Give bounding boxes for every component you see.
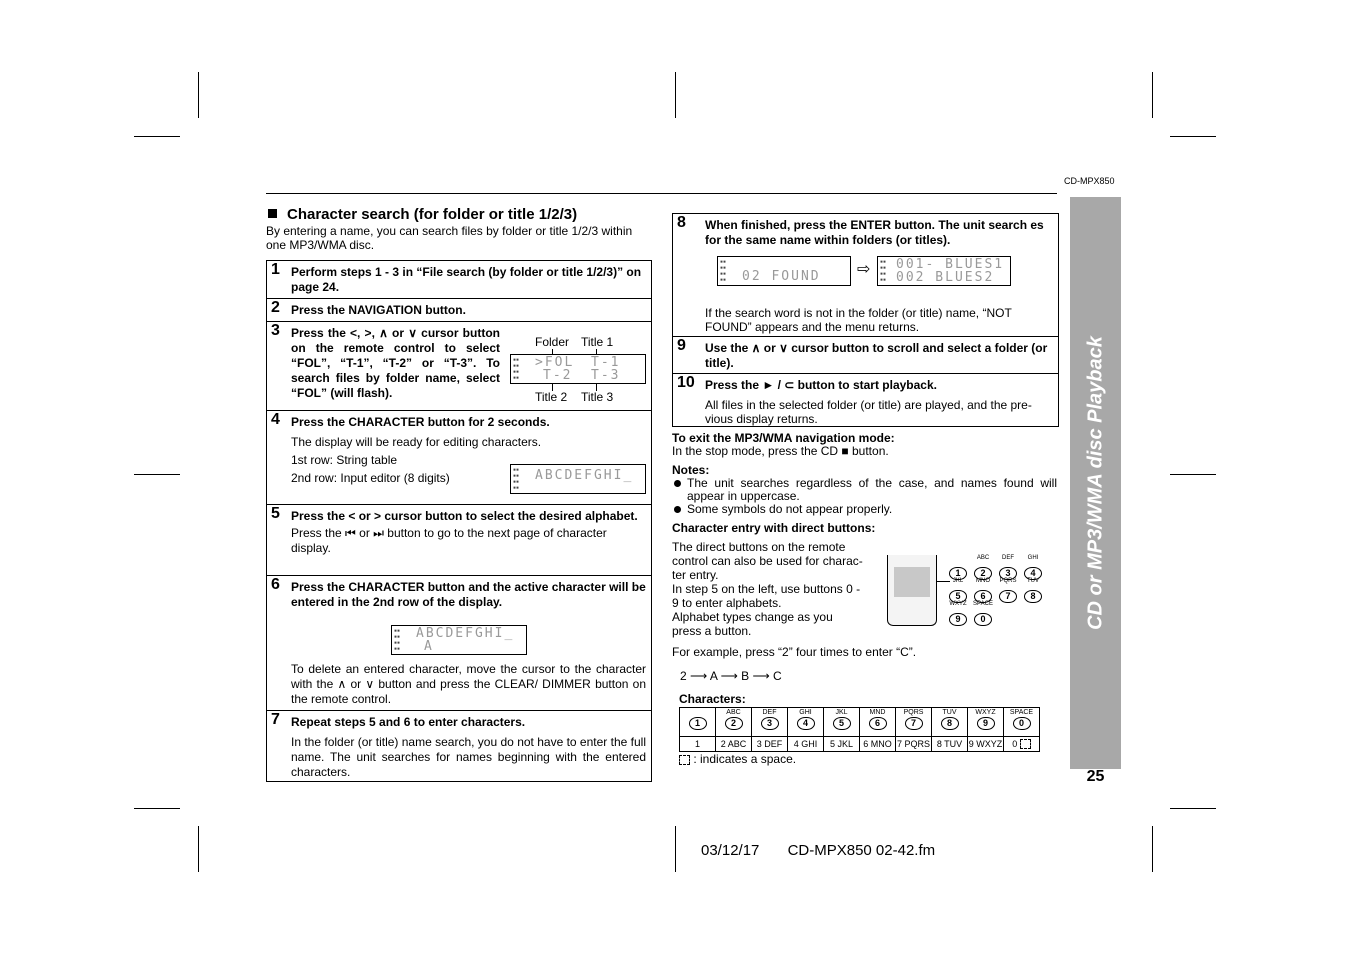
space-legend: : indicates a space. [679, 753, 796, 766]
direct-example: For example, press “2” four times to ent… [672, 645, 917, 659]
key-5-icon: 5 [832, 717, 851, 730]
key-9-icon: 9 [976, 717, 995, 730]
table-cell: MND 6 [859, 707, 896, 737]
step-5: 5 Press the < or > cursor button to sele… [267, 504, 651, 575]
table-cell: 4 GHI [787, 736, 824, 752]
key-2-icon: 2 [724, 717, 743, 730]
table-cell: 3 DEF [751, 736, 788, 752]
key-7-icon: 7 [904, 717, 923, 730]
note-item: The unit searches regardless of the case… [672, 477, 1057, 516]
bullet-icon [674, 480, 681, 487]
step-4: 4 Press the CHARACTER button for 2 secon… [267, 410, 651, 504]
key-9: 9 [949, 613, 967, 626]
key-0-icon: 0 [1012, 717, 1031, 730]
steps-right: 8 When finished, press the ENTER button.… [672, 213, 1059, 427]
remote-control-illustration [887, 555, 950, 626]
key-0: 0 [974, 613, 992, 626]
side-tab: CD or MP3/WMA disc Playback [1070, 197, 1121, 769]
lcd-display: ▪▪ ▪▪ ▪▪ ▪▪ >FOL T-1 T-2 T-3 [510, 354, 646, 384]
space-box-icon [1019, 739, 1031, 750]
label-title3: Title 3 [581, 390, 614, 404]
table-cell: ABC 2 [715, 707, 752, 737]
steps-left: 1 Perform steps 1 - 3 in “File search (b… [266, 260, 652, 782]
key-7: 7 [999, 590, 1017, 603]
key-8-icon: 8 [940, 717, 959, 730]
table-cell: 6 MNO [859, 736, 896, 752]
section-intro: By entering a name, you can search files… [266, 224, 633, 252]
table-cell: DEF 3 [751, 707, 788, 737]
table-cell: JKL 5 [823, 707, 860, 737]
section-title: Character search (for folder or title 1/… [266, 206, 577, 223]
key-1-icon: 1 [688, 717, 707, 730]
arrow-right-icon: ⟶ [752, 669, 774, 683]
side-tab-label: CD or MP3/WMA disc Playback [1084, 336, 1106, 630]
lcd-display: ▪▪ ▪▪ ▪▪ ▪▪ 02 FOUND [717, 256, 851, 286]
step-1: 1 Perform steps 1 - 3 in “File search (b… [271, 261, 642, 295]
key-6-icon: 6 [868, 717, 887, 730]
crop-mark [675, 826, 676, 872]
step-8: 8 When finished, press the ENTER button.… [677, 214, 1044, 335]
crop-mark [134, 474, 180, 475]
crop-mark [134, 808, 180, 809]
key-4-icon: 4 [796, 717, 815, 730]
lcd-display: ▪▪ ▪▪ ▪▪ ▪▪ ABCDEFGHI_ [510, 464, 646, 494]
crop-mark [198, 826, 199, 872]
press-sequence: 2 ⟶ A ⟶ B ⟶ C [680, 669, 782, 683]
exit-body: In the stop mode, press the CD ■ button. [672, 444, 889, 458]
table-cell: GHI 4 [787, 707, 824, 737]
step-7: 7 Repeat steps 5 and 6 to enter characte… [267, 710, 651, 781]
table-cell: 2 ABC [715, 736, 752, 752]
table-cell: 7 PQRS [895, 736, 932, 752]
direct-body: The direct buttons on the remote control… [672, 540, 863, 638]
page-number: 25 [1086, 768, 1105, 785]
lcd-display: ▪▪ ▪▪ ▪▪ ▪▪ 001- BLUES1 002 BLUES2 [877, 256, 1011, 286]
space-box-icon [679, 754, 690, 765]
label-folder: Folder [535, 335, 570, 349]
table-cell: SPACE 0 [1003, 707, 1040, 737]
crop-mark [1170, 808, 1216, 809]
crop-mark [1152, 72, 1153, 118]
crop-mark [1152, 826, 1153, 872]
table-cell: 9 WXYZ [967, 736, 1004, 752]
table-cell: 8 TUV [931, 736, 968, 752]
step-3: 3 Press the <, >, ∧ or ∨ cursor button o… [267, 321, 651, 410]
table-row: 12 ABC 3 DEF 4 GHI 5 JKL 6 MNO 7 PQRS 8 TUV 9 W… [679, 736, 1040, 752]
step-6: 6 Press the CHARACTER button and the act… [267, 575, 651, 710]
top-rule [266, 193, 1057, 194]
key-3-icon: 3 [760, 717, 779, 730]
table-cell: 0 [1003, 736, 1040, 752]
table-row: 1 ABC 2 DEF 3 GHI 4 JKL 5 MND 6 PQRS 7 TUV 8 WXYZ 9 SPACE… [679, 707, 1040, 737]
lcd-display: ▪▪ ▪▪ ▪▪ ▪▪ ABCDEFGHI_ A [391, 625, 527, 655]
table-cell: TUV 8 [931, 707, 968, 737]
table-cell: WXYZ 9 [967, 707, 1004, 737]
key-8: 8 [1024, 590, 1042, 603]
crop-mark [1170, 136, 1216, 137]
crop-mark [134, 136, 180, 137]
table-cell: 1 [679, 707, 716, 737]
direct-title: Character entry with direct buttons: [672, 521, 876, 535]
arrow-right-icon: ⟶ [690, 669, 710, 683]
label-title1: Title 1 [581, 335, 614, 349]
crop-mark [1170, 474, 1216, 475]
arrow-right-icon: ⇨ [857, 261, 871, 278]
footer-date: 03/12/17 [701, 842, 760, 859]
square-bullet-icon [268, 209, 277, 218]
step-10: 10 Press the ► / ⊂ button to start playb… [673, 373, 1058, 426]
arrow-right-icon: ⟶ [720, 669, 742, 683]
model-number: CD-MPX850 [1064, 176, 1115, 186]
footer-file: CD-MPX850 02-42.fm [787, 842, 936, 859]
footer: 03/12/17 CD-MPX850 02-42.fm [701, 842, 959, 859]
crop-mark [198, 72, 199, 118]
table-cell: PQRS 7 [895, 707, 932, 737]
crop-mark [675, 72, 676, 118]
characters-title: Characters: [679, 692, 746, 706]
label-title2: Title 2 [535, 390, 568, 404]
step-2: 2 Press the NAVIGATION button. [267, 298, 651, 321]
step-9: 9 Use the ∧ or ∨ cursor button to scroll… [673, 336, 1058, 373]
table-cell: 1 [679, 736, 716, 752]
table-cell: 5 JKL [823, 736, 860, 752]
bullet-icon [674, 506, 681, 513]
characters-table: 1 ABC 2 DEF 3 GHI 4 JKL 5 MND 6 PQRS 7 TUV 8 WXYZ 9 SPACE… [679, 707, 1040, 752]
